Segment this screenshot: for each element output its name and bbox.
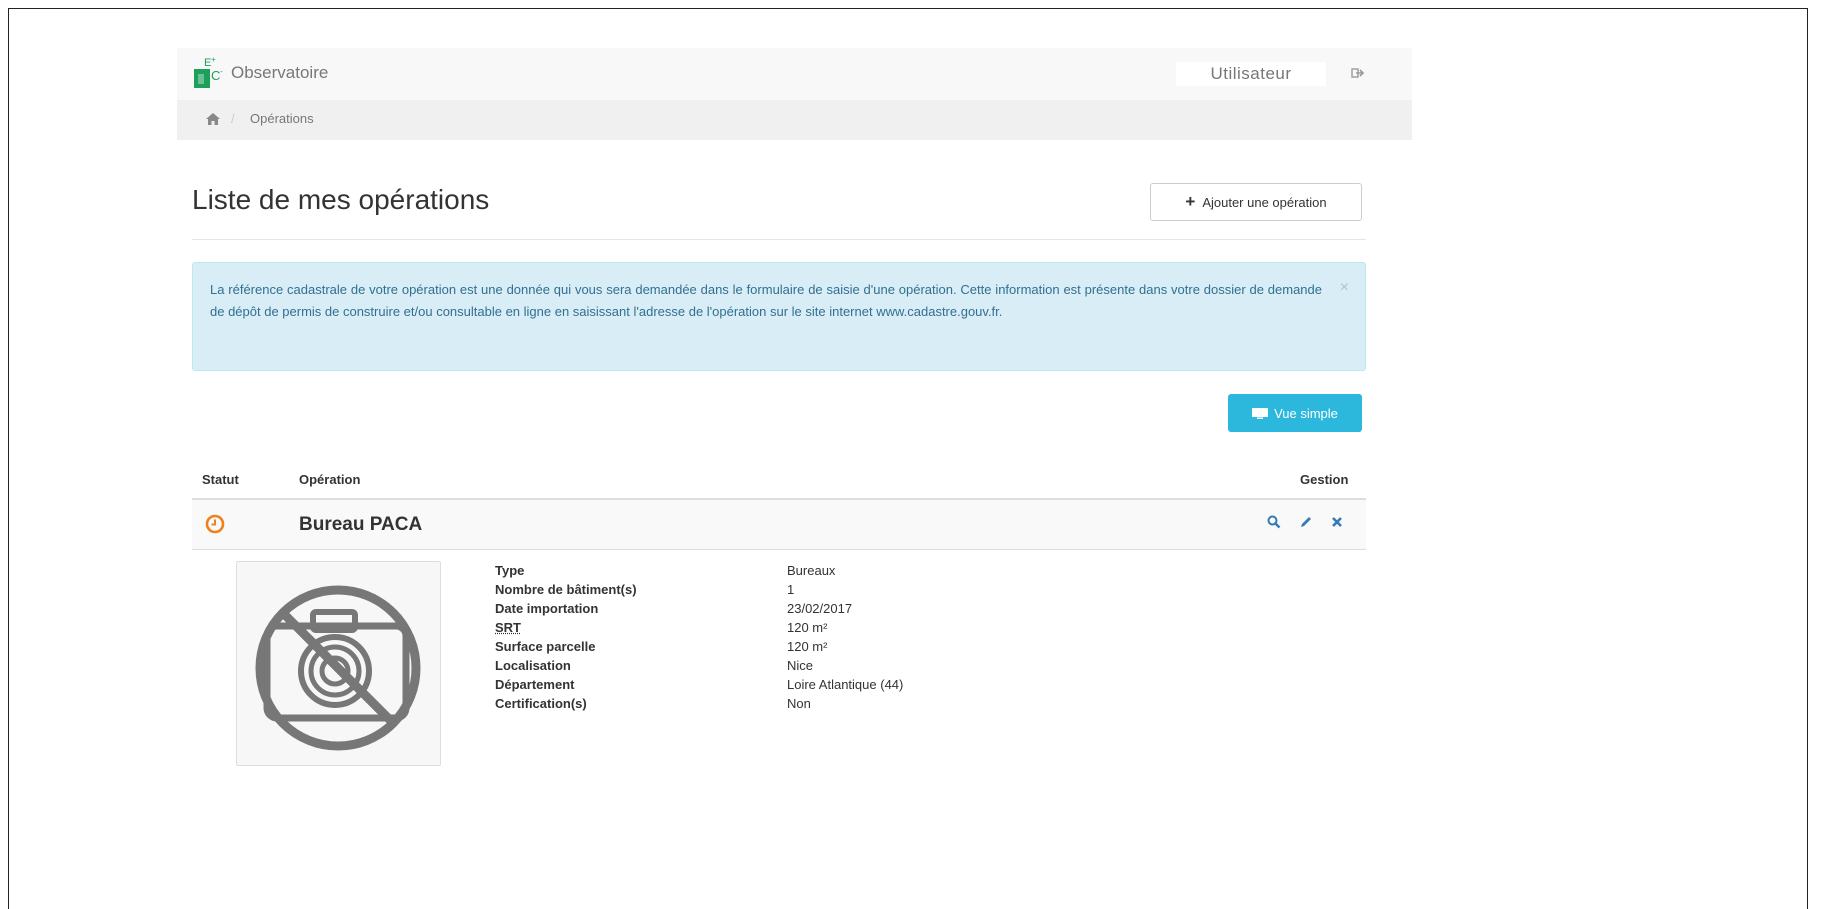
no-photo-icon <box>255 585 421 751</box>
detail-label: Nombre de bâtiment(s) <box>495 582 637 597</box>
detail-value: Loire Atlantique (44) <box>787 677 904 692</box>
simple-view-label: Vue simple <box>1274 405 1338 421</box>
alert-text: La référence cadastrale de votre opérati… <box>210 282 1322 319</box>
plus-icon: + <box>1185 192 1196 211</box>
close-icon[interactable]: × <box>1340 277 1349 299</box>
detail-value: Nice <box>787 658 814 673</box>
svg-text:-: - <box>220 67 223 76</box>
detail-label: Localisation <box>495 658 571 673</box>
breadcrumb: / Opérations <box>177 100 1412 140</box>
add-operation-label: Ajouter une opération <box>1202 194 1327 210</box>
detail-value: Non <box>787 696 811 711</box>
detail-value: Bureaux <box>787 563 836 578</box>
detail-value: 23/02/2017 <box>787 601 853 616</box>
add-operation-button[interactable]: + Ajouter une opération <box>1150 183 1362 221</box>
svg-text:+: + <box>211 55 216 64</box>
pencil-icon[interactable] <box>1299 515 1313 529</box>
column-header-status[interactable]: Statut <box>202 472 239 487</box>
detail-label: Certification(s) <box>495 696 587 711</box>
home-icon[interactable] <box>205 112 221 126</box>
detail-label-srt[interactable]: SRT <box>495 620 775 635</box>
divider <box>192 239 1366 240</box>
column-header-gestion: Gestion <box>1300 472 1349 487</box>
breadcrumb-current: Opérations <box>250 111 314 126</box>
navbar: E + C - Observatoire Utilisateur <box>177 48 1412 100</box>
detail-value: 120 m² <box>787 639 828 654</box>
detail-label: Type <box>495 563 525 578</box>
detail-label: Département <box>495 677 575 692</box>
page-title: Liste de mes opérations <box>192 184 490 215</box>
svg-text:C: C <box>211 68 220 83</box>
detail-value: 120 m² <box>787 620 828 635</box>
delete-icon[interactable] <box>1330 515 1344 529</box>
detail-label: Surface parcelle <box>495 639 596 654</box>
window-frame <box>8 8 1808 909</box>
info-alert: La référence cadastrale de votre opérati… <box>192 262 1366 371</box>
detail-value: 1 <box>787 582 795 597</box>
clock-icon <box>205 514 225 534</box>
search-icon[interactable] <box>1267 515 1281 529</box>
column-header-operation[interactable]: Opération <box>299 472 360 487</box>
operation-name[interactable]: Bureau PACA <box>299 514 422 536</box>
table-row[interactable]: Bureau PACA <box>192 500 1366 550</box>
user-menu-button[interactable]: Utilisateur <box>1176 62 1326 86</box>
ec-logo[interactable]: E + C - <box>191 54 231 94</box>
monitor-icon <box>1252 407 1269 419</box>
detail-label: Date importation <box>495 601 599 616</box>
operation-photo <box>236 561 441 766</box>
logout-icon[interactable] <box>1351 63 1365 83</box>
brand-name[interactable]: Observatoire <box>231 63 328 83</box>
breadcrumb-separator: / <box>231 111 235 126</box>
simple-view-button[interactable]: Vue simple <box>1228 394 1362 432</box>
